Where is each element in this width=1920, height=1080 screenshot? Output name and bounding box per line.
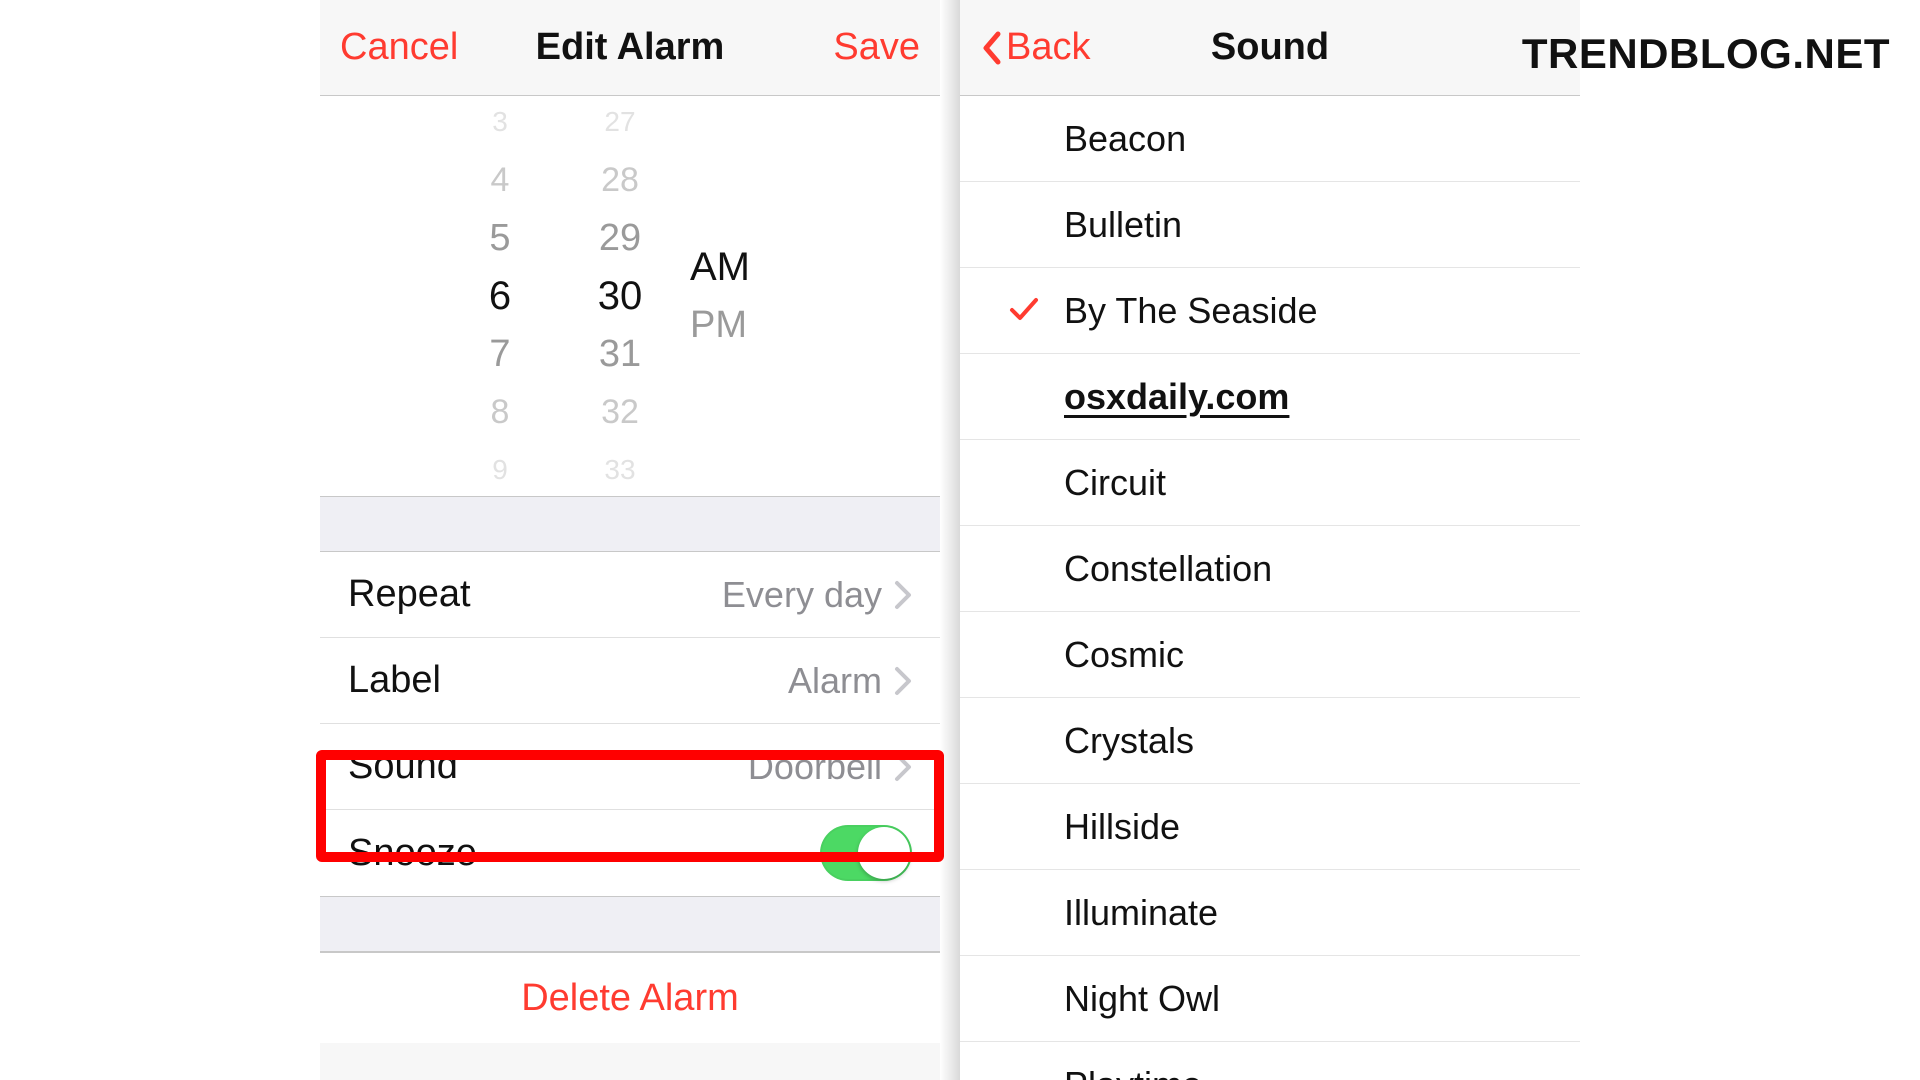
section-gap [320,896,940,952]
snooze-row: Snooze [320,810,940,896]
sound-option-label: Playtime [1064,1064,1202,1080]
hour-wheel[interactable]: 3 4 5 6 7 8 9 [440,96,560,496]
sound-option[interactable]: Constellation [960,526,1580,612]
sound-option[interactable]: Playtime [960,1042,1580,1080]
sound-option-label: By The Seaside [1064,290,1318,332]
edit-alarm-screen: Cancel Edit Alarm Save 3 4 5 6 7 8 9 [320,0,940,1080]
time-picker[interactable]: 3 4 5 6 7 8 9 27 28 29 30 31 [320,96,940,496]
ampm-wheel[interactable]: AM PM [680,96,820,496]
edit-alarm-navbar: Cancel Edit Alarm Save [320,0,940,96]
chevron-right-icon [894,666,912,696]
repeat-label: Repeat [348,573,471,616]
sound-screen: Back Sound Beacon Bulletin By The Seaside C… [960,0,1580,1080]
label-row[interactable]: Label Alarm [320,638,940,724]
repeat-value: Every day [722,574,882,616]
section-gap [320,496,940,552]
sound-option-label: Beacon [1064,118,1186,160]
sound-label: Sound [348,745,458,788]
sound-title: Sound [1140,26,1400,69]
sound-option-label: Hillside [1064,806,1180,848]
chevron-right-icon [894,580,912,610]
sound-option[interactable]: Beacon [960,96,1580,182]
sound-value: Doorbell [748,746,882,788]
cancel-button[interactable]: Cancel [340,26,458,69]
sound-list[interactable]: Beacon Bulletin By The Seaside Circuit Const… [960,96,1580,1080]
sound-option[interactable]: Bulletin [960,182,1580,268]
sound-option[interactable]: By The Seaside [960,268,1580,354]
sound-option[interactable]: Cosmic [960,612,1580,698]
delete-alarm-button[interactable]: Delete Alarm [320,953,940,1043]
sound-navbar: Back Sound [960,0,1580,96]
label-label: Label [348,659,441,702]
sound-option-label: Cosmic [1064,634,1184,676]
edit-alarm-title: Edit Alarm [500,26,760,69]
sound-option-label: Illuminate [1064,892,1218,934]
watermark-text: osxdaily.com [1064,376,1289,418]
sound-option[interactable]: Hillside [960,784,1580,870]
back-button[interactable]: Back [980,26,1090,69]
sound-option-label: Bulletin [1064,204,1182,246]
minute-wheel[interactable]: 27 28 29 30 31 32 33 [560,96,680,496]
label-value: Alarm [788,660,882,702]
alarm-options: Repeat Every day Label Alarm [320,552,940,896]
sound-option-label: Circuit [1064,462,1166,504]
chevron-right-icon [894,752,912,782]
checkmark-icon [1008,290,1040,332]
sound-option-label: Crystals [1064,720,1194,762]
sound-option[interactable]: Circuit [960,440,1580,526]
site-brand: TRENDBLOG.NET [1522,30,1890,78]
screen-divider [940,0,960,1080]
sound-row[interactable]: Sound Doorbell [320,724,940,810]
snooze-label: Snooze [348,832,477,875]
repeat-row[interactable]: Repeat Every day [320,552,940,638]
chevron-left-icon [980,30,1002,66]
sound-option-label: Night Owl [1064,978,1220,1020]
save-button[interactable]: Save [833,26,920,69]
sound-option[interactable]: Night Owl [960,956,1580,1042]
snooze-toggle[interactable] [820,825,912,881]
sound-option-label: Constellation [1064,548,1272,590]
sound-option[interactable]: Crystals [960,698,1580,784]
sound-option[interactable]: Illuminate [960,870,1580,956]
